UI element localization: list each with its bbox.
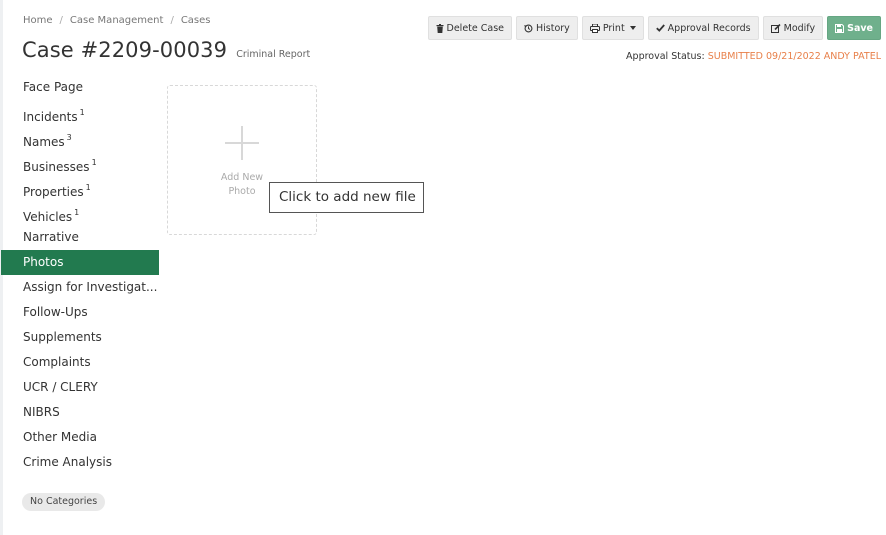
approval-status-value: SUBMITTED 09/21/2022 ANDY PATEL: [707, 51, 881, 62]
history-label: History: [536, 22, 570, 34]
approval-records-button[interactable]: Approval Records: [647, 16, 759, 40]
trash-icon: [436, 23, 444, 33]
sidebar-item-nibrs[interactable]: NIBRS: [1, 400, 159, 425]
breadcrumb-separator: /: [59, 15, 63, 26]
chevron-down-icon: [629, 26, 636, 30]
print-icon: [589, 23, 600, 33]
case-type-label: Criminal Report: [236, 49, 311, 60]
sidebar-item-assign-for-investigation[interactable]: Assign for Investigat...: [1, 275, 159, 300]
delete-case-button[interactable]: Delete Case: [427, 16, 512, 40]
sidebar-item-ucr-clery[interactable]: UCR / CLERY: [1, 375, 159, 400]
sidebar-item-follow-ups[interactable]: Follow-Ups: [1, 300, 159, 325]
approval-status-label: Approval Status:: [626, 51, 705, 62]
plus-icon: [225, 126, 259, 160]
page-title-row: Case #2209-00039 Criminal Report: [22, 38, 310, 62]
sidebar-item-vehicles[interactable]: Vehicles 1: [1, 200, 159, 225]
breadcrumb: Home / Case Management / Cases: [23, 15, 211, 26]
count-badge: 1: [74, 208, 80, 217]
sidebar-item-businesses[interactable]: Businesses 1: [1, 150, 159, 175]
modify-button[interactable]: Modify: [762, 16, 824, 40]
page-title: Case #2209-00039: [22, 38, 228, 62]
breadcrumb-separator: /: [170, 15, 174, 26]
action-toolbar: Delete Case History Print Approval Recor…: [427, 16, 881, 40]
breadcrumb-cases[interactable]: Cases: [181, 15, 211, 26]
count-badge: 1: [79, 108, 85, 117]
edit-icon: [770, 23, 781, 33]
approval-status: Approval Status: SUBMITTED 09/21/2022 AN…: [626, 51, 881, 62]
print-button[interactable]: Print: [581, 16, 644, 40]
sidebar-item-properties[interactable]: Properties 1: [1, 175, 159, 200]
save-label: Save: [847, 22, 873, 34]
approval-records-label: Approval Records: [667, 22, 751, 34]
sidebar-item-names[interactable]: Names 3: [1, 125, 159, 150]
modify-label: Modify: [783, 22, 816, 34]
count-badge: 1: [85, 183, 91, 192]
sidebar-item-narrative[interactable]: Narrative: [1, 225, 159, 250]
breadcrumb-home[interactable]: Home: [23, 15, 53, 26]
sidebar-item-incidents[interactable]: Incidents 1: [1, 100, 159, 125]
case-section-nav: Face Page Incidents 1 Names 3 Businesses 1 …: [1, 75, 159, 475]
sidebar-item-photos[interactable]: Photos: [1, 250, 159, 275]
check-icon: [655, 24, 665, 32]
breadcrumb-case-management[interactable]: Case Management: [70, 15, 164, 26]
history-icon: [524, 24, 533, 32]
sidebar-item-crime-analysis[interactable]: Crime Analysis: [1, 450, 159, 475]
delete-case-label: Delete Case: [446, 22, 504, 34]
sidebar-item-complaints[interactable]: Complaints: [1, 350, 159, 375]
sidebar-item-other-media[interactable]: Other Media: [1, 425, 159, 450]
print-label: Print: [602, 22, 625, 34]
save-icon: [835, 23, 845, 33]
count-badge: 3: [66, 133, 72, 142]
save-button[interactable]: Save: [827, 16, 881, 40]
sidebar-item-face-page[interactable]: Face Page: [1, 75, 159, 100]
categories-badge[interactable]: No Categories: [22, 493, 106, 511]
add-file-tooltip: Click to add new file: [269, 182, 424, 213]
history-button[interactable]: History: [516, 16, 578, 40]
count-badge: 1: [91, 158, 97, 167]
sidebar-item-supplements[interactable]: Supplements: [1, 325, 159, 350]
